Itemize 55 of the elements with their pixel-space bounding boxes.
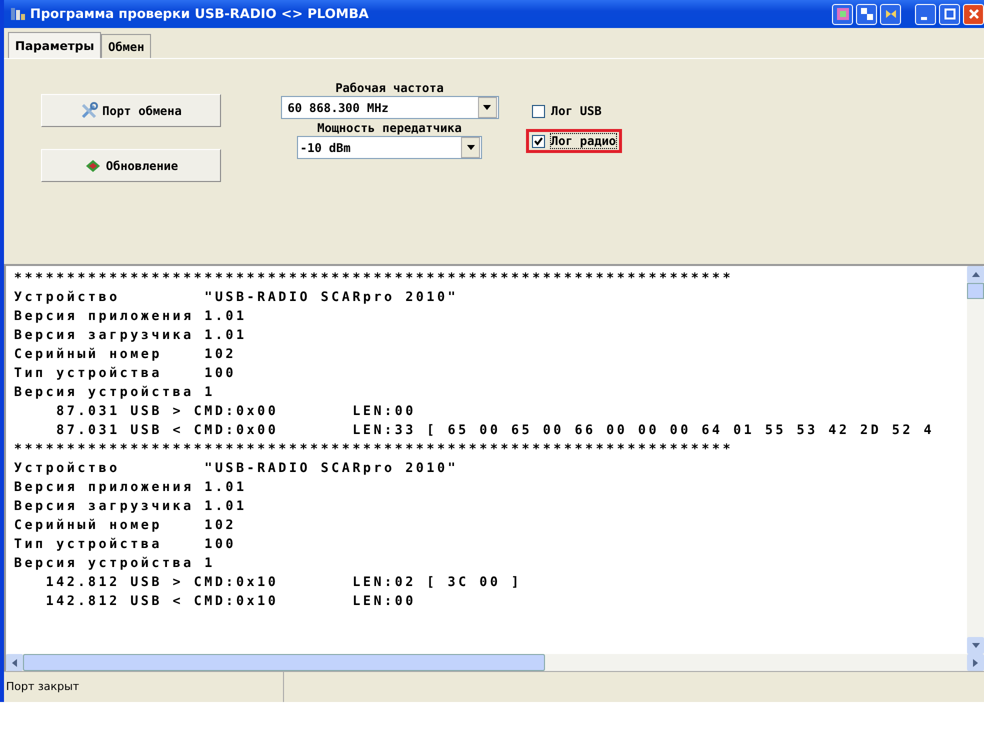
action-button[interactable]: Порт обмена — [41, 94, 221, 127]
window-title: Программа проверки USB-RADIO <> PLOMBA — [30, 6, 370, 22]
maximize-icon — [944, 8, 956, 20]
pin-icon — [884, 8, 896, 20]
window-layout-icon — [860, 8, 872, 20]
checkbox[interactable]: Лог USB — [526, 99, 622, 123]
tools-icon — [80, 102, 98, 120]
close-icon — [968, 8, 980, 20]
log-line: Версия приложения 1.01 — [14, 308, 248, 326]
log-line: ******************************************************************** — [14, 270, 734, 288]
color-square-icon — [836, 8, 848, 20]
log-line: 87.031 USB < CMD:0x00 LEN:33 [ 65 00 65 00 66 00 00 00 64 01 55 53 42 2D 52 4 — [55, 422, 936, 440]
right-arrow-icon — [973, 658, 978, 666]
vertical-scrollbar[interactable] — [967, 266, 984, 654]
up-arrow-icon — [972, 272, 980, 277]
log-line: Устройство "USB-RADIO SCARpro 2010" — [14, 289, 460, 307]
caret-icon — [483, 105, 491, 110]
log-line: Тип устройства 100 — [14, 365, 238, 383]
horizontal-scrollbar[interactable] — [4, 654, 984, 671]
log-line: Устройство "USB-RADIO SCARpro 2010" — [14, 460, 460, 478]
minimize-icon — [920, 16, 926, 20]
tab[interactable]: Параметры — [8, 32, 102, 58]
maximize-button[interactable] — [939, 4, 960, 24]
log-line: Тип устройства 100 — [14, 536, 238, 554]
log-line: Версия приложения 1.01 — [14, 479, 248, 497]
layout-button[interactable] — [856, 4, 877, 24]
color-button[interactable] — [832, 4, 853, 24]
pin-button[interactable] — [880, 4, 901, 24]
close-button[interactable] — [963, 4, 984, 24]
power-dropdown[interactable]: -10 dBm — [297, 136, 482, 159]
log-line: Версия устройства 1 — [14, 555, 216, 573]
log-line: Версия загрузчика 1.01 — [14, 498, 248, 516]
field-label: Мощность передатчика — [317, 121, 462, 135]
caret-icon — [466, 145, 474, 150]
left-arrow-icon — [12, 658, 17, 666]
log-line: 87.031 USB > CMD:0x00 LEN:00 — [55, 403, 417, 421]
minimize-button[interactable] — [915, 4, 936, 24]
log-line: 142.812 USB < CMD:0x10 LEN:00 — [44, 593, 417, 611]
check-icon — [534, 136, 543, 146]
status-text: Порт закрыт — [4, 672, 284, 702]
checkbox[interactable]: Лог радио — [526, 129, 622, 153]
scroll-thumb[interactable] — [23, 654, 545, 671]
scroll-thumb[interactable] — [967, 283, 984, 299]
log-line: Версия устройства 1 — [14, 384, 216, 402]
down-arrow-icon — [972, 643, 980, 648]
log-line: Версия загрузчика 1.01 — [14, 327, 248, 345]
action-button[interactable]: Обновление — [41, 149, 221, 182]
app-icon — [10, 6, 26, 22]
log-line: Серийный номер 102 — [14, 346, 238, 364]
field-label: Рабочая частота — [335, 81, 444, 95]
tab[interactable]: Обмен — [101, 34, 152, 58]
log-line: Серийный номер 102 — [14, 517, 238, 535]
frequency-dropdown[interactable]: 60 868.300 MHz — [280, 96, 498, 119]
log-line: 142.812 USB > CMD:0x10 LEN:02 [ 3C 00 ] — [44, 574, 523, 592]
log-line: ******************************************************************** — [14, 441, 734, 459]
